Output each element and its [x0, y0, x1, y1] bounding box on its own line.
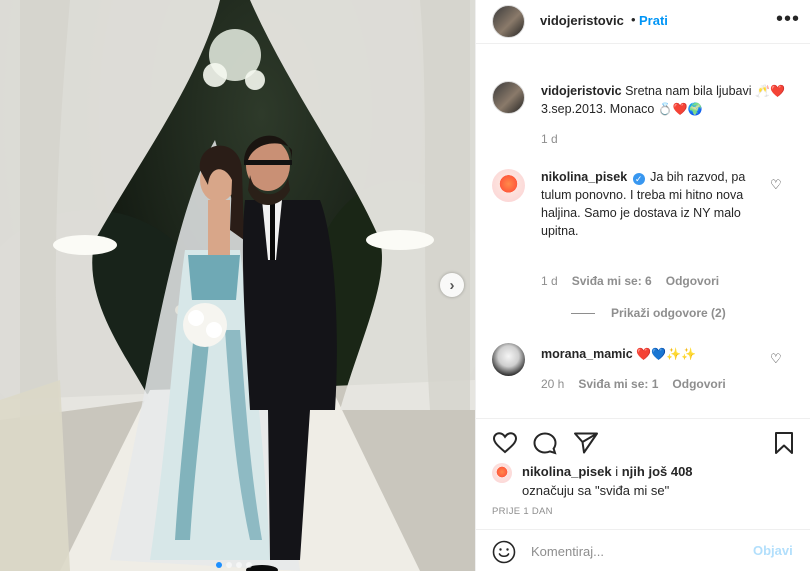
caption-body-part2: 3.sep.2013. Monaco: [541, 102, 655, 116]
post-sidebar: vidojeristovic • Prati ••• vidojeristovi…: [475, 0, 810, 571]
view-replies-label: Prikaži odgovore (2): [611, 306, 726, 320]
view-replies-button[interactable]: Prikaži odgovore (2): [571, 306, 726, 320]
instagram-post: › vidojeristovic • Prati ••• vidojeristo…: [0, 0, 810, 571]
author-avatar[interactable]: [492, 5, 525, 38]
more-icon[interactable]: •••: [776, 8, 800, 31]
likes-others-link[interactable]: njih još 408: [622, 464, 693, 479]
bookmark-icon[interactable]: [772, 431, 796, 455]
add-comment-bar: Objavi: [476, 529, 810, 571]
comment-like-count[interactable]: Sviđa mi se: 1: [578, 377, 658, 391]
comment-like-heart-icon[interactable]: ♡: [770, 351, 782, 367]
caption-username[interactable]: vidojeristovic: [541, 84, 622, 98]
comment-timestamp[interactable]: 1 d: [541, 274, 558, 288]
caption-emoji-b: 💍❤️🌍: [657, 102, 703, 116]
comment-like-heart-icon[interactable]: ♡: [770, 177, 782, 193]
post-comment-button[interactable]: Objavi: [753, 543, 793, 558]
share-icon[interactable]: [573, 431, 599, 455]
replies-divider: [571, 312, 595, 314]
wedding-photo-illustration: [0, 0, 475, 571]
post-photo[interactable]: ›: [0, 0, 475, 571]
liker-username[interactable]: nikolina_pisek: [522, 464, 612, 479]
carousel-dot: [246, 562, 252, 568]
comment-username[interactable]: morana_mamic: [541, 347, 633, 361]
heart-icon[interactable]: [492, 431, 518, 455]
carousel-indicator: [216, 562, 252, 568]
comment-meta: 1 d Sviđa mi se: 6 Odgovori: [541, 274, 719, 288]
carousel-next-button[interactable]: ›: [440, 273, 464, 297]
caption-body-part1: Sretna nam bila ljubavi: [625, 84, 752, 98]
follow-button[interactable]: Prati: [639, 13, 668, 28]
caption-emoji-a: 🥂❤️: [755, 84, 785, 98]
emoji-icon[interactable]: [492, 540, 516, 564]
caption-timestamp[interactable]: 1 d: [541, 132, 558, 146]
liker-avatar[interactable]: [492, 463, 512, 483]
comment-avatar[interactable]: [492, 169, 525, 202]
comments-list[interactable]: vidojeristovic Sretna nam bila ljubavi 🥂…: [476, 45, 810, 418]
comment-text: nikolina_pisek ✓ Ja bih razvod, pa tulum…: [541, 168, 761, 240]
likes-summary: nikolina_pisek i njih još 408: [522, 462, 693, 481]
comment-text: morana_mamic ❤️💙✨✨: [541, 345, 696, 363]
comment-avatar[interactable]: [492, 343, 525, 376]
likes-connector: i: [615, 464, 619, 479]
carousel-dot: [236, 562, 242, 568]
caption-author-avatar[interactable]: [492, 81, 525, 114]
comment-username[interactable]: nikolina_pisek: [541, 170, 627, 184]
comment-body: ❤️💙✨✨: [636, 347, 696, 361]
chevron-right-icon: ›: [449, 276, 455, 294]
author-username[interactable]: vidojeristovic: [540, 13, 624, 28]
comment-input[interactable]: [531, 540, 741, 562]
post-date[interactable]: PRIJE 1 DAN: [492, 506, 553, 517]
post-header: vidojeristovic • Prati •••: [476, 0, 810, 44]
reply-button[interactable]: Odgovori: [666, 274, 719, 288]
comment-icon[interactable]: [532, 431, 558, 455]
comment-meta: 20 h Sviđa mi se: 1 Odgovori: [541, 377, 726, 391]
caption-text: vidojeristovic Sretna nam bila ljubavi 🥂…: [541, 82, 791, 118]
comment-like-count[interactable]: Sviđa mi se: 6: [572, 274, 652, 288]
carousel-dot-active: [216, 562, 222, 568]
carousel-dot: [226, 562, 232, 568]
likes-summary-line2: označuju sa "sviđa mi se": [522, 483, 670, 498]
reply-button[interactable]: Odgovori: [672, 377, 725, 391]
verified-badge-icon: ✓: [632, 173, 645, 185]
header-separator: •: [631, 12, 636, 27]
comment-timestamp[interactable]: 20 h: [541, 377, 564, 391]
